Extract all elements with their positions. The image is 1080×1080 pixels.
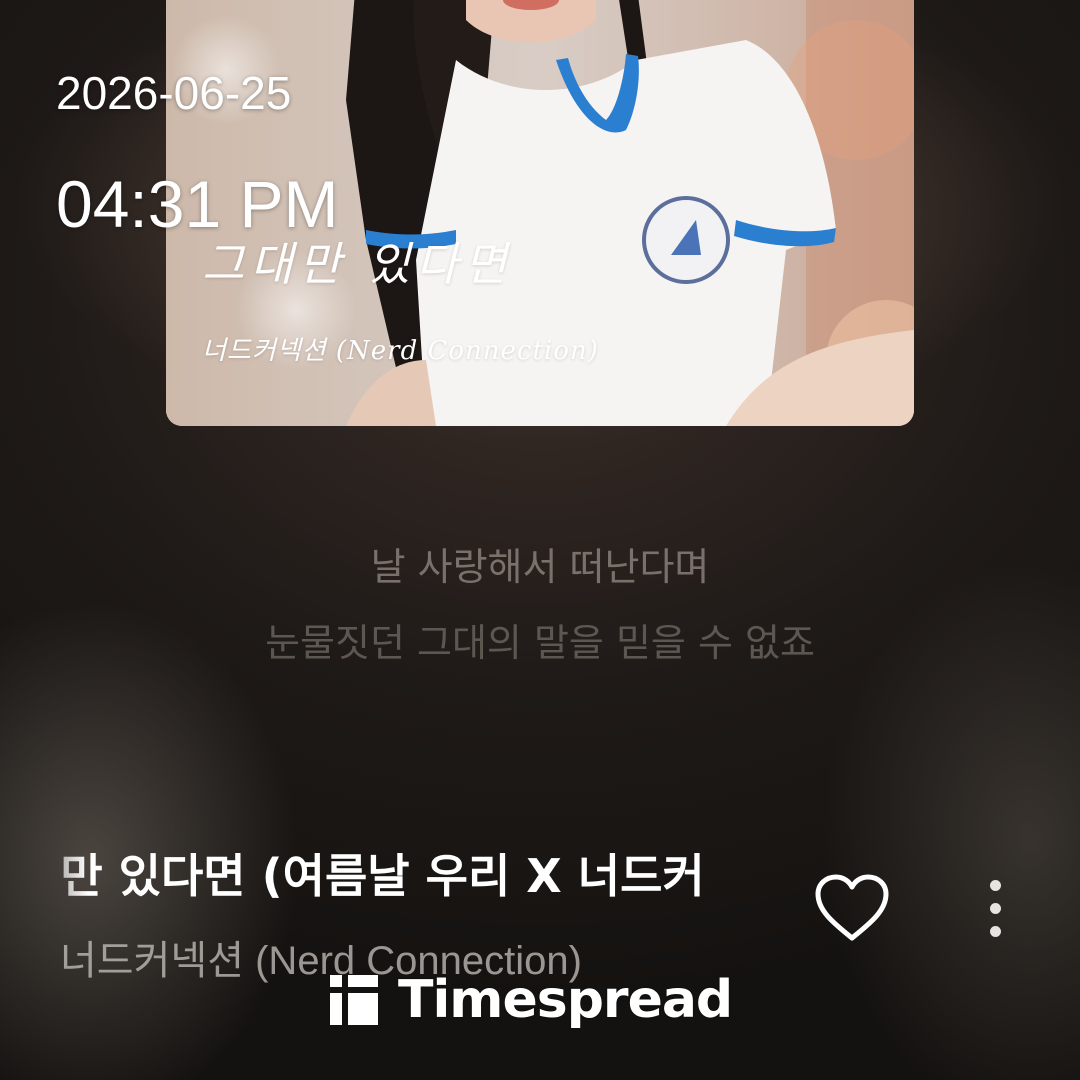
lock-screen-player: 그대만 있다면 너드커넥션 (Nerd Connection) 2026-06-… <box>0 0 1080 1080</box>
timespread-logo-icon <box>330 975 378 1025</box>
lock-screen-date: 2026-06-25 <box>56 67 292 119</box>
lock-screen-time: 04:31 PM <box>56 167 339 241</box>
lyric-line[interactable]: 눈물짓던 그대의 말을 믿을 수 없죠 <box>0 612 1080 667</box>
song-title: 대만 있다면 (여름날 우리 X 너드커 <box>60 849 705 903</box>
heart-outline-icon <box>815 874 889 941</box>
like-button[interactable] <box>812 872 892 944</box>
watermark: Timespread <box>330 970 733 1030</box>
lyric-line[interactable]: 날 사랑해서 떠난다며 <box>0 536 1080 591</box>
album-art-artist: 너드커넥션 (Nerd Connection) <box>202 336 599 366</box>
watermark-text: Timespread <box>398 970 733 1030</box>
more-options-button[interactable] <box>976 876 1016 942</box>
song-title-marquee[interactable]: 대만 있다면 (여름날 우리 X 너드커 <box>60 840 770 912</box>
